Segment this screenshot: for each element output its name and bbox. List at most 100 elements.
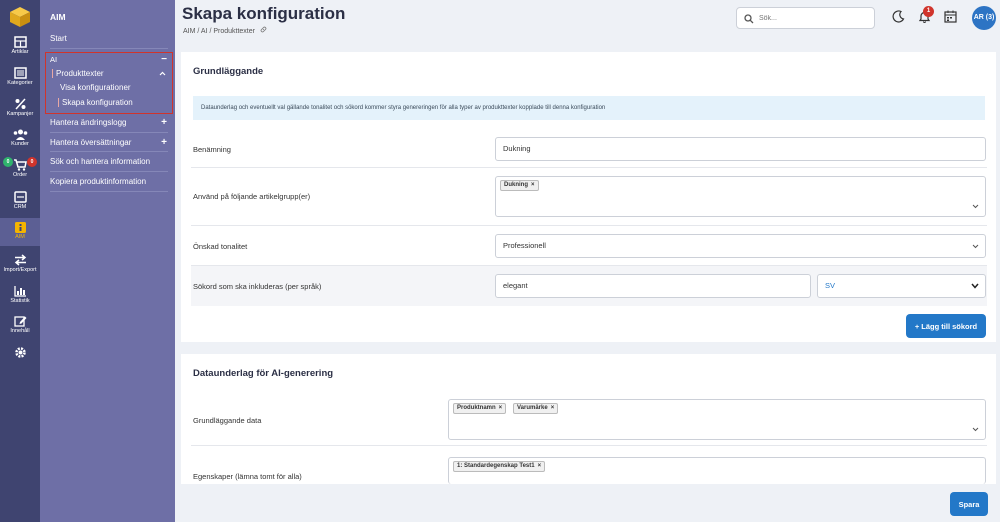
aim-icon [14,222,26,233]
sidebar-item-start[interactable]: Start [50,34,67,43]
name-label: Benämning [193,145,231,154]
group-tag: Dukning × [500,180,539,191]
property-tag: 1: Standardegenskap Test1 × [453,461,546,472]
section-heading: Grundläggande [193,66,264,77]
keyword-input[interactable]: elegant [495,274,811,298]
tag-label: Produktnamn [457,405,496,411]
section-heading: Dataunderlag för AI-generering [193,368,334,379]
rail-item-order[interactable]: 0 0 Order [0,157,40,178]
basic-card: Grundläggande Dataunderlag och eventuell… [181,52,996,342]
users-icon [13,129,27,140]
divider [50,151,168,152]
search-icon [744,14,754,24]
search-input[interactable] [759,12,864,25]
info-banner: Dataunderlag och eventuellt val gällande… [193,96,985,120]
data-tag: Varumärke × [513,403,559,414]
calendar-icon[interactable] [944,10,957,23]
rail-label: Import/Export [3,267,37,273]
properties-label: Egenskaper (lämna tomt för alla) [193,472,302,481]
basic-data-label: Grundläggande data [193,416,262,425]
rail-label: CRM [13,204,27,210]
rail-label: Order [12,172,28,178]
form-row-name: Benämning Dukning [191,130,987,168]
chevron-down-icon [971,283,979,289]
divider [50,171,168,172]
remove-tag-icon[interactable]: × [538,463,542,469]
rail-item-settings[interactable] [0,346,40,360]
expand-icon[interactable]: + [161,138,167,148]
rail-item-innehall[interactable]: Innehåll [0,315,40,334]
remove-tag-icon[interactable]: × [531,182,535,188]
data-tag: Produktnamn × [453,403,507,414]
groups-select[interactable]: Dukning × [495,176,986,217]
icon-rail: Artiklar Kategorier Kampanjer Kunder 0 0… [0,0,40,522]
highlight-box [45,52,173,114]
rail-label: Kunder [11,141,29,147]
remove-tag-icon[interactable]: × [551,405,555,411]
tone-label: Önskad tonalitet [193,242,248,251]
rail-item-statistik[interactable]: Statistik [0,285,40,304]
tone-select[interactable]: Professionell [495,234,986,258]
basic-data-select[interactable]: Produktnamn × Varumärke × [448,399,986,440]
rail-label: Innehåll [10,328,30,334]
sidebar-item-andringslogg[interactable]: Hantera ändringslogg [50,118,127,127]
rail-item-import-export[interactable]: Import/Export [0,254,40,273]
breadcrumb-text[interactable]: AIM / AI / Produkttexter [183,28,255,35]
sidebar-item-sok[interactable]: Sök och hantera information [50,157,150,166]
keywords-label: Sökord som ska inkluderas (per språk) [193,282,322,291]
page-title: Skapa konfiguration [182,4,346,23]
box-icon [13,36,27,48]
rail-label: Kampanjer [6,111,34,117]
gear-icon [14,347,26,358]
divider [50,132,168,133]
form-row-keywords: Sökord som ska inkluderas (per språk) el… [191,266,987,306]
form-row-properties: Egenskaper (lämna tomt för alla) 1: Stan… [191,452,987,484]
divider [50,191,168,192]
rail-label: Statistik [10,298,30,304]
chevron-down-icon [972,427,979,432]
chevron-down-icon [972,204,979,209]
moon-icon[interactable] [892,10,905,23]
rail-item-crm[interactable]: CRM [0,191,40,210]
arrows-icon [14,254,26,266]
crm-icon [13,191,27,203]
language-select[interactable]: SV [817,274,986,298]
percent-icon [14,98,26,110]
form-row-basic-data: Grundläggande data Produktnamn × Varumärk… [191,394,987,446]
rail-item-artiklar[interactable]: Artiklar [0,36,40,55]
sidebar-item-kopiera[interactable]: Kopiera produktinformation [50,177,146,186]
ai-data-card: Dataunderlag för AI-generering Grundlägg… [181,354,996,484]
notification-badge: 1 [923,6,934,17]
rail-label: Kategorier [7,80,33,86]
save-button[interactable]: Spara [950,492,988,516]
app-logo-icon[interactable] [9,6,31,28]
add-keyword-button[interactable]: + Lägg till sökord [906,314,986,338]
order-badge-left: 0 [3,157,13,167]
sidebar-title: AIM [50,12,66,22]
groups-label: Använd på följande artikelgrupp(er) [193,192,311,201]
avatar[interactable]: AR (3) [972,6,996,30]
order-badge-right: 0 [27,157,37,167]
form-row-groups: Använd på följande artikelgrupp(er) Dukn… [191,168,987,226]
list-icon [13,67,27,79]
rail-label: Artiklar [11,49,29,55]
link-icon[interactable] [260,26,267,33]
properties-select[interactable]: 1: Standardegenskap Test1 × [448,457,986,484]
tag-label: Varumärke [517,405,548,411]
rail-item-kampanjer[interactable]: Kampanjer [0,98,40,117]
divider [50,48,168,49]
remove-tag-icon[interactable]: × [499,405,503,411]
rail-item-aim[interactable]: AIM [0,218,40,246]
chevron-down-icon [972,244,979,249]
name-input[interactable]: Dukning [495,137,986,161]
cart-icon [14,159,27,171]
chart-icon [13,286,26,297]
rail-item-kategorier[interactable]: Kategorier [0,67,40,86]
rail-item-kunder[interactable]: Kunder [0,129,40,147]
expand-icon[interactable]: + [161,118,167,128]
search-box[interactable] [736,7,875,29]
tag-label: 1: Standardegenskap Test1 [457,463,535,469]
form-row-tone: Önskad tonalitet Professionell [191,226,987,266]
sidebar-item-oversattningar[interactable]: Hantera översättningar [50,138,131,147]
language-value: SV [825,281,836,290]
